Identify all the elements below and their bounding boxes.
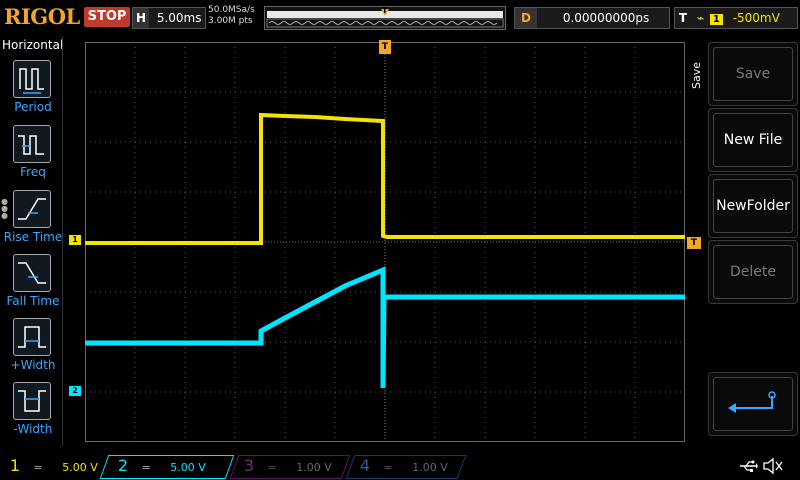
menu-item-label: Period	[14, 100, 52, 114]
frequency-icon	[13, 125, 51, 163]
menu-item-period[interactable]: Period	[4, 60, 60, 120]
menu-item-label: -Width	[13, 422, 53, 436]
trigger-level: -500mV	[732, 11, 780, 25]
timebase-label: H	[133, 8, 149, 28]
menu-item-freq[interactable]: Freq	[4, 125, 60, 185]
trigger-position-marker[interactable]: T	[379, 40, 391, 54]
ch4-status[interactable]: 4 = 1.00 V	[354, 455, 458, 477]
menu-item-fall-time[interactable]: Fall Time	[4, 254, 60, 314]
acquisition-info: 50.0MSa/s 3.00M pts	[208, 5, 264, 27]
menu-item-label: Fall Time	[6, 294, 60, 308]
trigger-source: 1	[709, 14, 723, 25]
return-arrow-icon	[713, 377, 793, 431]
ch1-scale: 5.00 V	[62, 461, 98, 474]
rise-time-icon	[13, 190, 51, 228]
save-button[interactable]: Save	[708, 42, 798, 106]
usb-icon	[738, 458, 758, 474]
timebase-value: 5.00ms	[156, 11, 202, 25]
timebase-box[interactable]: H 5.00ms	[132, 7, 206, 29]
back-button[interactable]	[708, 372, 798, 436]
memory-trigger-marker: T	[382, 6, 388, 15]
trigger-box[interactable]: T ⌁ 1 -500mV	[674, 7, 798, 29]
delete-button-label: Delete	[713, 245, 793, 299]
new-folder-button-label: NewFolder	[713, 179, 793, 233]
ch3-status[interactable]: 3 = 1.00 V	[238, 455, 342, 477]
delay-box[interactable]: D 0.00000000ps	[514, 7, 670, 29]
menu-item-plus-width[interactable]: +Width	[4, 318, 60, 378]
ch3-scale: 1.00 V	[296, 461, 332, 474]
new-folder-button[interactable]: NewFolder	[708, 174, 798, 238]
ch2-coupling-icon: =	[141, 461, 151, 474]
negative-width-icon	[13, 382, 51, 420]
delay-label: D	[515, 8, 537, 28]
trigger-level-marker[interactable]: T	[687, 237, 701, 249]
ch1-status[interactable]: 1 = 5.00 V	[4, 455, 102, 477]
rigol-logo: RIGOL	[4, 4, 80, 29]
ch1-coupling-icon: =	[33, 461, 43, 474]
save-button-label: Save	[713, 47, 793, 101]
ch3-coupling-icon: =	[267, 461, 277, 474]
memory-depth: 3.00M pts	[208, 16, 253, 26]
delay-value: 0.00000000ps	[562, 11, 650, 25]
softkey-panel: Save New File NewFolder Delete	[704, 40, 800, 440]
trigger-label: T	[678, 11, 688, 25]
new-file-button[interactable]: New File	[708, 108, 798, 172]
run-stop-button[interactable]: STOP	[84, 7, 130, 27]
ch2-number: 2	[117, 456, 129, 475]
ch2-trace	[85, 266, 685, 389]
waveform-display[interactable]	[85, 42, 685, 442]
sample-rate: 50.0MSa/s	[208, 5, 255, 15]
menu-item-label: Freq	[20, 165, 46, 179]
ch2-scale: 5.00 V	[170, 461, 206, 474]
new-file-button-label: New File	[713, 113, 793, 167]
menu-item-rise-time[interactable]: Rise Time	[4, 190, 62, 250]
trigger-edge-icon: ⌁	[696, 11, 705, 25]
speaker-icon[interactable]	[762, 457, 784, 475]
ch4-scale: 1.00 V	[412, 461, 448, 474]
scroll-dots-icon: ● ● ●	[1, 197, 8, 220]
ch1-number: 1	[9, 456, 21, 475]
ch4-coupling-icon: =	[383, 461, 393, 474]
positive-width-icon	[13, 318, 51, 356]
ch2-status[interactable]: 2 = 5.00 V	[112, 455, 224, 477]
ch4-number: 4	[359, 456, 371, 475]
menu-item-label: Rise Time	[3, 230, 63, 244]
ch2-offset-marker[interactable]: 2	[69, 386, 81, 396]
delete-button[interactable]: Delete	[708, 240, 798, 304]
ch1-offset-marker[interactable]: 1	[69, 235, 81, 245]
menu-side-label: Save	[690, 62, 703, 90]
menu-item-minus-width[interactable]: -Width	[4, 382, 60, 442]
ch3-number: 3	[243, 456, 255, 475]
fall-time-icon	[13, 254, 51, 292]
menu-item-label: +Width	[10, 358, 56, 372]
period-icon	[13, 60, 51, 98]
waveform-svg	[85, 42, 685, 442]
ch1-trace	[85, 112, 685, 245]
memory-overview-strip[interactable]: T	[264, 6, 506, 30]
